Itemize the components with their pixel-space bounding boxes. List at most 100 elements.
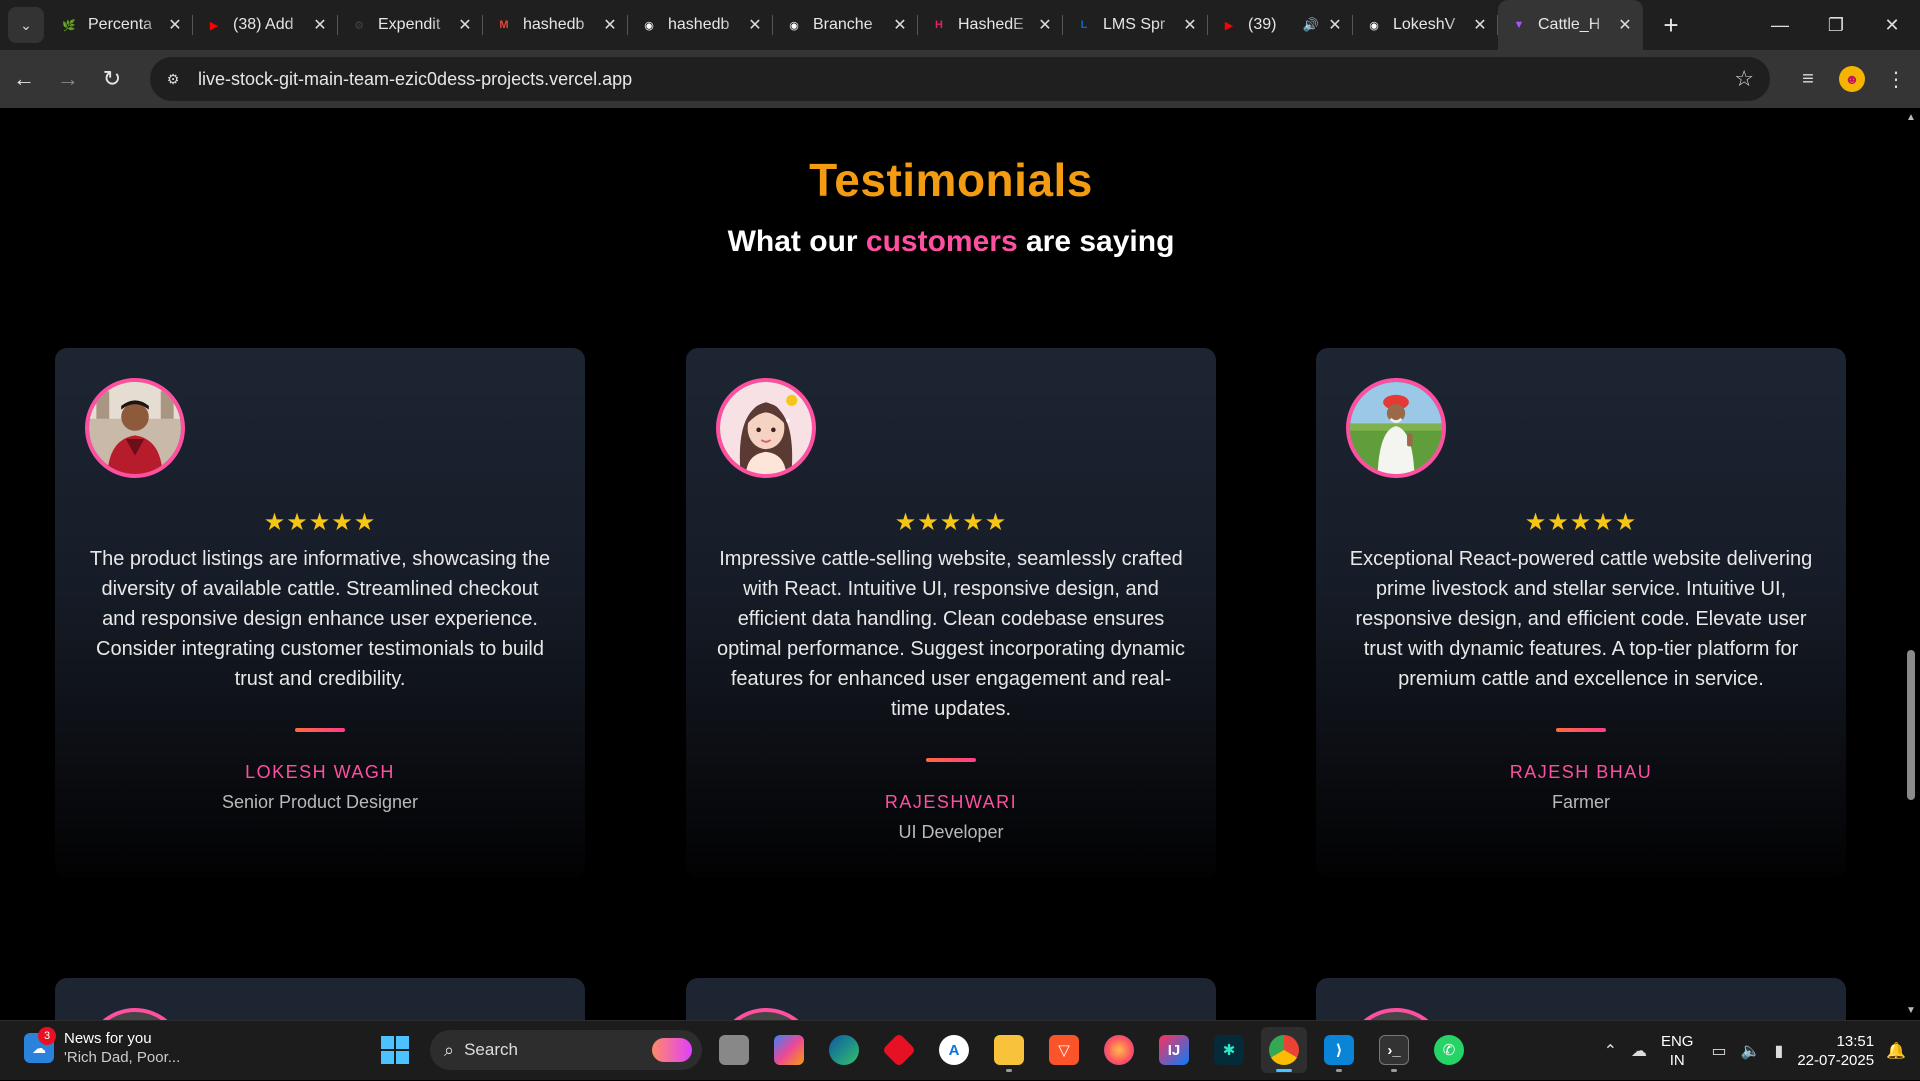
start-button[interactable] xyxy=(372,1027,418,1073)
tab-favicon-icon: L xyxy=(1080,19,1088,31)
tray-overflow-icon[interactable]: ⌃ xyxy=(1604,1041,1617,1061)
tab-close-icon[interactable]: ✕ xyxy=(1325,15,1345,35)
browser-tab[interactable]: ⚙ Expendit ✕ xyxy=(338,0,483,50)
tab-favicon-icon: ▶ xyxy=(1224,19,1234,32)
subtitle-text: What our xyxy=(727,225,866,258)
page-scrollbar[interactable]: ▲ ▼ xyxy=(1902,108,1920,1020)
edge-button[interactable] xyxy=(821,1027,867,1073)
bookmark-star-icon[interactable]: ☆ xyxy=(1734,66,1754,92)
browser-tab[interactable]: ◉ Branche ✕ xyxy=(773,0,918,50)
system-tray: ⌃ ☁ ENG IN ▭ 🔈 ▮ 13:51 22-07-2025 🔔 xyxy=(1604,1021,1920,1081)
testimonial-card: ★★★★★ Impressive cattle-selling website,… xyxy=(686,348,1216,878)
tab-close-icon[interactable]: ✕ xyxy=(1470,15,1490,35)
tab-title: HashedE xyxy=(958,16,1024,33)
tab-close-icon[interactable]: ✕ xyxy=(600,15,620,35)
browser-toolbar: ← → ↻ ⚙ live-stock-git-main-team-ezic0de… xyxy=(0,50,1920,108)
testimonial-author: LOKESH WAGH xyxy=(245,762,395,782)
taskbar-search[interactable]: ⌕ Search xyxy=(430,1030,702,1070)
tab-close-icon[interactable]: ✕ xyxy=(1180,15,1200,35)
taskbar-apps: ⌕ Search A ▽ IJ ✱ ⟩ ›_ ✆ xyxy=(372,1027,1472,1073)
browser-tab[interactable]: ▼ Cattle_H ✕ xyxy=(1498,0,1643,50)
copilot-button[interactable] xyxy=(766,1027,812,1073)
browser-tab[interactable]: ▶ (38) Add ✕ xyxy=(193,0,338,50)
media-controls-icon[interactable]: ≡ xyxy=(1788,59,1828,99)
address-bar[interactable]: ⚙ live-stock-git-main-team-ezic0dess-pro… xyxy=(150,57,1770,101)
vscode-button[interactable]: ⟩ xyxy=(1316,1027,1362,1073)
intellij-icon: IJ xyxy=(1159,1035,1189,1065)
reload-button[interactable]: ↻ xyxy=(92,59,132,99)
browser-tab[interactable]: 🌿 Percenta ✕ xyxy=(48,0,193,50)
site-info-icon[interactable]: ⚙ xyxy=(158,64,188,94)
file-explorer-button[interactable] xyxy=(986,1027,1032,1073)
folder-icon xyxy=(994,1035,1024,1065)
tab-title: hashedb xyxy=(523,16,585,33)
app-store-button[interactable]: A xyxy=(931,1027,977,1073)
notification-icon[interactable]: 🔔 xyxy=(1886,1041,1906,1061)
brave-button[interactable]: ▽ xyxy=(1041,1027,1087,1073)
tab-close-icon[interactable]: ✕ xyxy=(1615,15,1635,35)
network-icon[interactable]: ▭ xyxy=(1711,1041,1726,1061)
testimonial-author: RAJESH BHAU xyxy=(1509,762,1653,782)
tab-close-icon[interactable]: ✕ xyxy=(310,15,330,35)
browser-tab[interactable]: ◉ LokeshV ✕ xyxy=(1353,0,1498,50)
task-view-button[interactable] xyxy=(711,1027,757,1073)
browser-tab[interactable]: H HashedE ✕ xyxy=(918,0,1063,50)
profile-button[interactable]: ☻ xyxy=(1832,59,1872,99)
browser-tab[interactable]: ▶ (39) 🔊 ✕ xyxy=(1208,0,1353,50)
language-indicator[interactable]: ENG IN xyxy=(1661,1032,1694,1070)
new-tab-button[interactable]: + xyxy=(1653,7,1689,43)
scroll-down-icon[interactable]: ▼ xyxy=(1905,1005,1917,1016)
windows-logo-icon xyxy=(381,1036,409,1064)
tab-close-icon[interactable]: ✕ xyxy=(1035,15,1055,35)
subtitle-highlight: customers xyxy=(865,225,1018,258)
scroll-up-icon[interactable]: ▲ xyxy=(1905,112,1917,123)
terminal-button[interactable]: ›_ xyxy=(1371,1027,1417,1073)
menu-kebab-icon[interactable]: ⋮ xyxy=(1876,59,1916,99)
browser-tab[interactable]: Mhashedb ✕ xyxy=(483,0,628,50)
news-widget[interactable]: ☁ 3 News for you 'Rich Dad, Poor... xyxy=(24,1027,181,1067)
scrollbar-thumb[interactable] xyxy=(1907,650,1915,800)
chrome-button[interactable] xyxy=(1261,1027,1307,1073)
clock[interactable]: 13:51 22-07-2025 xyxy=(1797,1032,1874,1070)
woman-illustration-icon xyxy=(720,382,812,474)
page-viewport: Testimonials What our customers are sayi… xyxy=(0,108,1902,1020)
tab-favicon-icon: ◉ xyxy=(644,19,654,32)
app-store-icon: A xyxy=(939,1035,969,1065)
testimonial-role: Farmer xyxy=(1552,792,1610,812)
browser-tab[interactable]: L LMS Spr ✕ xyxy=(1063,0,1208,50)
tab-title: (39) xyxy=(1248,16,1277,33)
firefox-button[interactable] xyxy=(1096,1027,1142,1073)
battery-icon[interactable]: ▮ xyxy=(1775,1041,1784,1061)
tab-close-icon[interactable]: ✕ xyxy=(455,15,475,35)
whatsapp-button[interactable]: ✆ xyxy=(1426,1027,1472,1073)
forward-button[interactable]: → xyxy=(48,59,88,99)
testimonial-text: Impressive cattle-selling website, seaml… xyxy=(716,548,1186,720)
firefox-icon xyxy=(1104,1035,1134,1065)
testimonial-role: Senior Product Designer xyxy=(221,792,419,812)
minimize-button[interactable]: — xyxy=(1752,0,1808,50)
tab-search-button[interactable]: ⌄ xyxy=(8,7,44,43)
task-view-icon xyxy=(719,1035,749,1065)
volume-icon[interactable]: 🔈 xyxy=(1741,1041,1761,1061)
intellij-button[interactable]: IJ xyxy=(1151,1027,1197,1073)
tab-favicon-icon: M xyxy=(499,19,509,31)
restore-button[interactable]: ❐ xyxy=(1808,0,1864,50)
url-text[interactable]: live-stock-git-main-team-ezic0dess-proje… xyxy=(198,69,632,90)
tab-close-icon[interactable]: ✕ xyxy=(165,15,185,35)
news-subtitle: 'Rich Dad, Poor... xyxy=(64,1049,181,1066)
app-teal-button[interactable]: ✱ xyxy=(1206,1027,1252,1073)
tab-close-icon[interactable]: ✕ xyxy=(745,15,765,35)
tab-audio-icon[interactable]: 🔊 xyxy=(1303,17,1319,33)
browser-tab[interactable]: ◉ hashedb ✕ xyxy=(628,0,773,50)
close-window-button[interactable]: ✕ xyxy=(1864,0,1920,50)
tab-favicon-icon: ◉ xyxy=(1369,19,1379,32)
app-red-button[interactable] xyxy=(876,1027,922,1073)
tab-close-icon[interactable]: ✕ xyxy=(890,15,910,35)
tab-list: 🌿 Percenta ✕ ▶ (38) Add ✕ ⚙ Expendit ✕ Mhashedb ✕ ◉… xyxy=(48,0,1643,50)
onedrive-icon[interactable]: ☁ xyxy=(1631,1041,1647,1061)
back-button[interactable]: ← xyxy=(4,59,44,99)
farmer-photo-icon xyxy=(1350,382,1442,474)
divider xyxy=(926,758,976,762)
whatsapp-icon: ✆ xyxy=(1434,1035,1464,1065)
tab-title: Percenta xyxy=(88,16,153,33)
